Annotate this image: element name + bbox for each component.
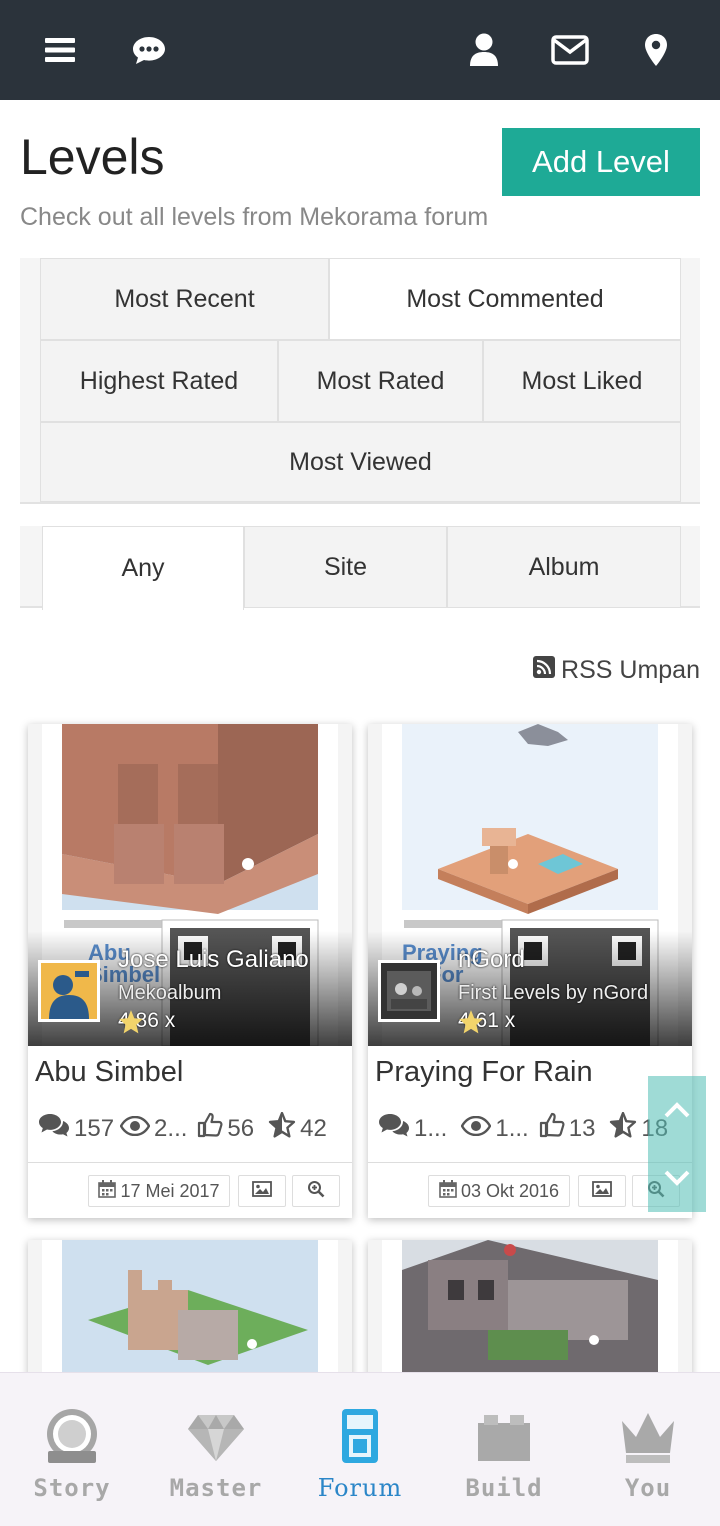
nav-build[interactable]: Build (432, 1373, 576, 1526)
author-avatar[interactable] (378, 960, 440, 1022)
level-thumbnail[interactable]: Praying For nGord First Levels by nGord … (368, 724, 692, 1046)
brick-icon (474, 1407, 534, 1470)
views-count: 1... (495, 1114, 529, 1142)
tab-most-liked[interactable]: Most Liked (483, 340, 681, 422)
page-subtitle: Check out all levels from Mekorama forum (20, 203, 489, 231)
card-footer: 03 Okt 2016 (368, 1162, 692, 1218)
rate-star-icon (609, 1111, 637, 1145)
nav-master[interactable]: Master (144, 1373, 288, 1526)
level-title[interactable]: Abu Simbel (35, 1056, 183, 1089)
views-count: 2... (154, 1114, 188, 1142)
tab-most-commented[interactable]: Most Commented (329, 258, 681, 340)
level-stats: 157 2... 56 42 (38, 1111, 327, 1145)
page-title: Levels (20, 129, 165, 185)
comments-icon (38, 1113, 70, 1144)
nav-story[interactable]: Story (0, 1373, 144, 1526)
views-icon (119, 1115, 151, 1143)
scroll-up-icon[interactable] (648, 1076, 706, 1144)
author-avatar[interactable] (38, 960, 100, 1022)
rates-count: 42 (300, 1114, 327, 1142)
tab-highest-rated[interactable]: Highest Rated (40, 340, 278, 422)
level-thumbnail[interactable] (28, 1240, 352, 1380)
scroll-buttons (648, 1076, 706, 1212)
comments-count: 1... (414, 1114, 448, 1142)
diamond-icon (186, 1407, 246, 1470)
date-chip: 03 Okt 2016 (428, 1175, 570, 1207)
level-album[interactable]: Mekoalbum (118, 982, 221, 1005)
level-author[interactable]: nGord (458, 946, 525, 974)
location-icon[interactable] (634, 28, 678, 72)
add-level-button[interactable]: Add Level (502, 128, 700, 196)
nav-label: Build (465, 1474, 543, 1502)
level-date: 03 Okt 2016 (460, 1180, 560, 1201)
zoom-button[interactable] (292, 1175, 340, 1207)
tab-most-viewed[interactable]: Most Viewed (40, 422, 681, 502)
tab-most-recent[interactable]: Most Recent (40, 258, 329, 340)
level-author[interactable]: Jose Luis Galiano (118, 946, 309, 974)
image-button[interactable] (238, 1175, 286, 1207)
comments-icon (378, 1113, 410, 1144)
like-icon (197, 1112, 223, 1145)
level-date: 17 Mei 2017 (120, 1180, 220, 1201)
calendar-icon (98, 1179, 117, 1203)
user-icon[interactable] (462, 28, 506, 72)
rss-icon (533, 656, 556, 685)
rate-star-icon (268, 1111, 296, 1145)
rss-label: RSS Umpan (561, 656, 700, 684)
tab-most-rated[interactable]: Most Rated (278, 340, 483, 422)
level-title[interactable]: Praying For Rain (375, 1056, 593, 1089)
level-card[interactable]: Praying For nGord First Levels by nGord … (368, 724, 692, 1218)
image-icon (592, 1180, 612, 1202)
nav-label: Master (169, 1474, 263, 1502)
top-navbar (0, 0, 720, 100)
level-rating: 4.86 x (118, 1009, 179, 1034)
level-album[interactable]: First Levels by nGord (458, 982, 648, 1005)
level-card[interactable] (368, 1240, 692, 1380)
comments-count: 157 (74, 1114, 115, 1142)
likes-count: 56 (227, 1114, 255, 1142)
tab-site[interactable]: Site (244, 526, 447, 608)
views-icon (460, 1115, 492, 1143)
bottom-navigation: Story Master Forum Build You (0, 1372, 720, 1526)
chat-icon[interactable] (127, 28, 171, 72)
level-thumbnail[interactable] (368, 1240, 692, 1380)
sort-tabs: Most Recent Most Commented Highest Rated… (20, 258, 700, 504)
calendar-icon (439, 1179, 457, 1203)
like-icon (539, 1112, 565, 1145)
level-card[interactable] (28, 1240, 352, 1380)
tab-any[interactable]: Any (42, 526, 244, 610)
level-card[interactable]: Abu Simbel Jose Luis Galiano Mekoalbum 4… (28, 724, 352, 1218)
rss-feed-link[interactable]: RSS Umpan (533, 656, 700, 685)
level-rating: 4.61 x (458, 1009, 519, 1034)
nav-label: You (624, 1474, 672, 1502)
date-chip: 17 Mei 2017 (88, 1175, 230, 1207)
nav-label: Forum (317, 1474, 403, 1502)
zoom-in-icon (307, 1180, 325, 1203)
nav-forum[interactable]: Forum (288, 1373, 432, 1526)
menu-icon[interactable] (38, 28, 82, 72)
nav-you[interactable]: You (576, 1373, 720, 1526)
image-button[interactable] (578, 1175, 626, 1207)
level-stats: 1... 1... 13 18 (378, 1111, 668, 1145)
filter-tabs: Any Site Album (20, 526, 700, 610)
phone-icon (330, 1407, 390, 1470)
likes-count: 13 (568, 1114, 596, 1142)
scroll-down-icon[interactable] (648, 1144, 706, 1212)
story-icon (42, 1407, 102, 1470)
crown-icon (618, 1407, 678, 1470)
card-footer: 17 Mei 2017 (28, 1162, 352, 1218)
image-icon (252, 1180, 272, 1202)
tab-album[interactable]: Album (447, 526, 681, 608)
mail-icon[interactable] (548, 28, 592, 72)
nav-label: Story (33, 1474, 111, 1502)
level-thumbnail[interactable]: Abu Simbel Jose Luis Galiano Mekoalbum 4… (28, 724, 352, 1046)
